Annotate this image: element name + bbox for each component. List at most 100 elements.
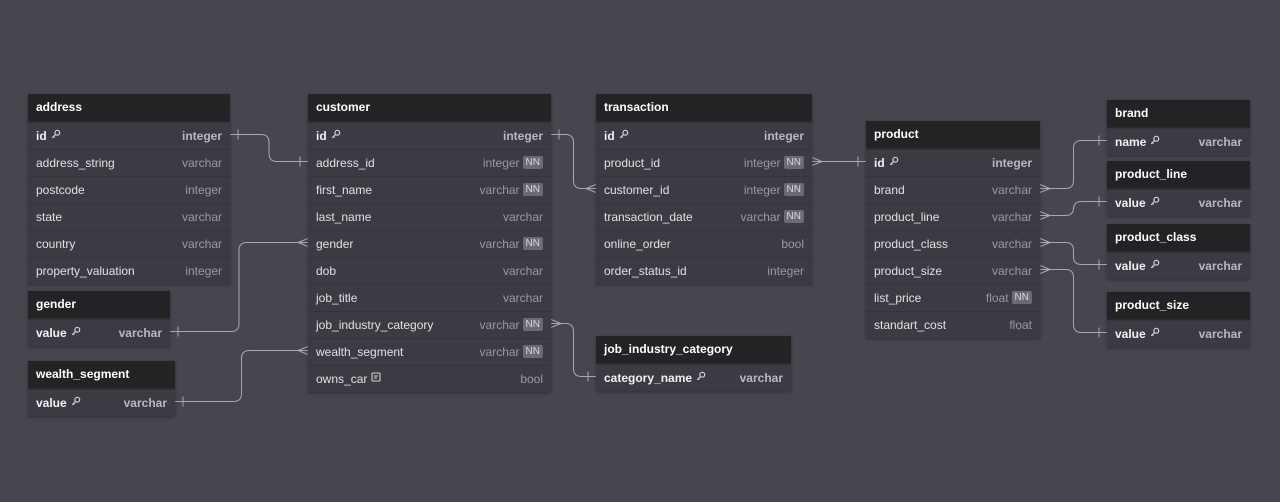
table-title[interactable]: customer bbox=[308, 94, 551, 122]
column-row[interactable]: dob varchar bbox=[308, 257, 551, 284]
many-marker bbox=[297, 346, 309, 355]
column-row[interactable]: first_name varchar NN bbox=[308, 176, 551, 203]
column-row[interactable]: address_string varchar bbox=[28, 149, 230, 176]
table-title[interactable]: transaction bbox=[596, 94, 812, 122]
column-row[interactable]: address_id integer NN bbox=[308, 149, 551, 176]
column-row[interactable]: product_id integer NN bbox=[596, 149, 812, 176]
column-row[interactable]: product_line varchar bbox=[866, 203, 1040, 230]
column-name: postcode bbox=[36, 183, 85, 197]
note-icon bbox=[371, 365, 381, 392]
column-row[interactable]: gender varchar NN bbox=[308, 230, 551, 257]
column-row[interactable]: state varchar bbox=[28, 203, 230, 230]
column-row[interactable]: id integer bbox=[308, 122, 551, 149]
many-marker bbox=[1039, 238, 1051, 247]
column-type: integer NN bbox=[744, 177, 804, 204]
column-name: value bbox=[1115, 327, 1146, 341]
column-type: varchar bbox=[1198, 196, 1242, 210]
column-name: id bbox=[36, 129, 47, 143]
column-name: value bbox=[36, 396, 67, 410]
column-row[interactable]: category_name varchar bbox=[596, 364, 791, 391]
column-row[interactable]: transaction_date varchar NN bbox=[596, 203, 812, 230]
table-brand[interactable]: brand name varchar bbox=[1107, 100, 1250, 155]
column-name: gender bbox=[316, 237, 354, 251]
column-name: category_name bbox=[604, 371, 693, 385]
column-row[interactable]: list_price float NN bbox=[866, 284, 1040, 311]
column-row[interactable]: job_title varchar bbox=[308, 284, 551, 311]
column-type: bool bbox=[781, 237, 804, 251]
table-title[interactable]: address bbox=[28, 94, 230, 122]
column-name: customer_id bbox=[604, 183, 670, 197]
column-name: job_industry_category bbox=[316, 318, 434, 332]
table-title[interactable]: gender bbox=[28, 291, 170, 319]
column-row[interactable]: value varchar bbox=[28, 319, 170, 346]
column-name: last_name bbox=[316, 210, 372, 224]
table-product-class[interactable]: product_classvalue varchar bbox=[1107, 224, 1250, 279]
column-type: varchar bbox=[1198, 259, 1242, 273]
column-row[interactable]: id integer bbox=[596, 122, 812, 149]
column-row[interactable]: owns_car bool bbox=[308, 365, 551, 392]
column-row[interactable]: order_status_id integer bbox=[596, 257, 812, 284]
column-row[interactable]: name varchar bbox=[1107, 128, 1250, 155]
column-type: varchar bbox=[1198, 327, 1242, 341]
column-row[interactable]: product_size varchar bbox=[866, 257, 1040, 284]
column-name: product_size bbox=[874, 264, 943, 278]
column-row[interactable]: value varchar bbox=[1107, 252, 1250, 279]
column-row[interactable]: customer_id integer NN bbox=[596, 176, 812, 203]
column-name: product_id bbox=[604, 156, 661, 170]
key-icon bbox=[1150, 128, 1160, 155]
table-title[interactable]: product_size bbox=[1107, 292, 1250, 320]
table-title[interactable]: wealth_segment bbox=[28, 361, 175, 389]
table-title[interactable]: job_industry_category bbox=[596, 336, 791, 364]
table-product-size[interactable]: product_sizevalue varchar bbox=[1107, 292, 1250, 347]
column-name: list_price bbox=[874, 291, 922, 305]
table-transaction[interactable]: transaction id integer product_id integer NN c… bbox=[596, 94, 812, 284]
column-row[interactable]: brand varchar bbox=[866, 176, 1040, 203]
key-icon bbox=[1150, 252, 1160, 279]
key-icon bbox=[71, 389, 81, 416]
table-gender[interactable]: gender value varchar bbox=[28, 291, 170, 346]
column-name: online_order bbox=[604, 237, 671, 251]
table-title[interactable]: product_class bbox=[1107, 224, 1250, 252]
not-null-badge: NN bbox=[522, 156, 543, 170]
many-marker bbox=[297, 238, 309, 247]
column-row[interactable]: job_industry_category varchar NN bbox=[308, 311, 551, 338]
relationship-customer-wealth_segment bbox=[175, 350, 308, 402]
column-row[interactable]: value varchar bbox=[1107, 320, 1250, 347]
column-type: integer NN bbox=[744, 150, 804, 177]
column-row[interactable]: property_valuation integer bbox=[28, 257, 230, 284]
column-type: float bbox=[1009, 318, 1032, 332]
column-row[interactable]: wealth_segment varchar NN bbox=[308, 338, 551, 365]
table-title[interactable]: product_line bbox=[1107, 161, 1250, 189]
column-type: varchar bbox=[181, 210, 222, 224]
table-product-line[interactable]: product_line value varchar bbox=[1107, 161, 1250, 216]
table-customer[interactable]: customer id integer address_id integer NN firs… bbox=[308, 94, 551, 392]
column-row[interactable]: country varchar bbox=[28, 230, 230, 257]
column-type: integer bbox=[767, 264, 804, 278]
column-row[interactable]: value varchar bbox=[1107, 189, 1250, 216]
relationship-customer-job_industry_category bbox=[551, 323, 596, 377]
table-title[interactable]: brand bbox=[1107, 100, 1250, 128]
column-row[interactable]: last_name varchar bbox=[308, 203, 551, 230]
column-type: integer bbox=[991, 156, 1032, 170]
column-row[interactable]: id integer bbox=[28, 122, 230, 149]
key-icon bbox=[889, 149, 899, 176]
column-name: value bbox=[1115, 259, 1146, 273]
table-job-industry-category[interactable]: job_industry_category category_name varcha… bbox=[596, 336, 791, 391]
table-address[interactable]: address id integer address_string varchar pos… bbox=[28, 94, 230, 284]
column-type: integer bbox=[502, 129, 543, 143]
table-product[interactable]: product id integer brand varchar product_line… bbox=[866, 121, 1040, 338]
column-row[interactable]: online_order bool bbox=[596, 230, 812, 257]
column-type: varchar NN bbox=[480, 339, 543, 366]
column-row[interactable]: standart_cost float bbox=[866, 311, 1040, 338]
column-row[interactable]: postcode integer bbox=[28, 176, 230, 203]
column-type: varchar bbox=[123, 396, 167, 410]
table-title[interactable]: product bbox=[866, 121, 1040, 149]
key-icon bbox=[696, 364, 706, 391]
column-type: varchar bbox=[991, 210, 1032, 224]
column-row[interactable]: product_class varchar bbox=[866, 230, 1040, 257]
column-type: varchar bbox=[991, 183, 1032, 197]
column-type: integer bbox=[181, 129, 222, 143]
table-wealth-segment[interactable]: wealth_segmentvalue varchar bbox=[28, 361, 175, 416]
column-row[interactable]: id integer bbox=[866, 149, 1040, 176]
column-row[interactable]: value varchar bbox=[28, 389, 175, 416]
